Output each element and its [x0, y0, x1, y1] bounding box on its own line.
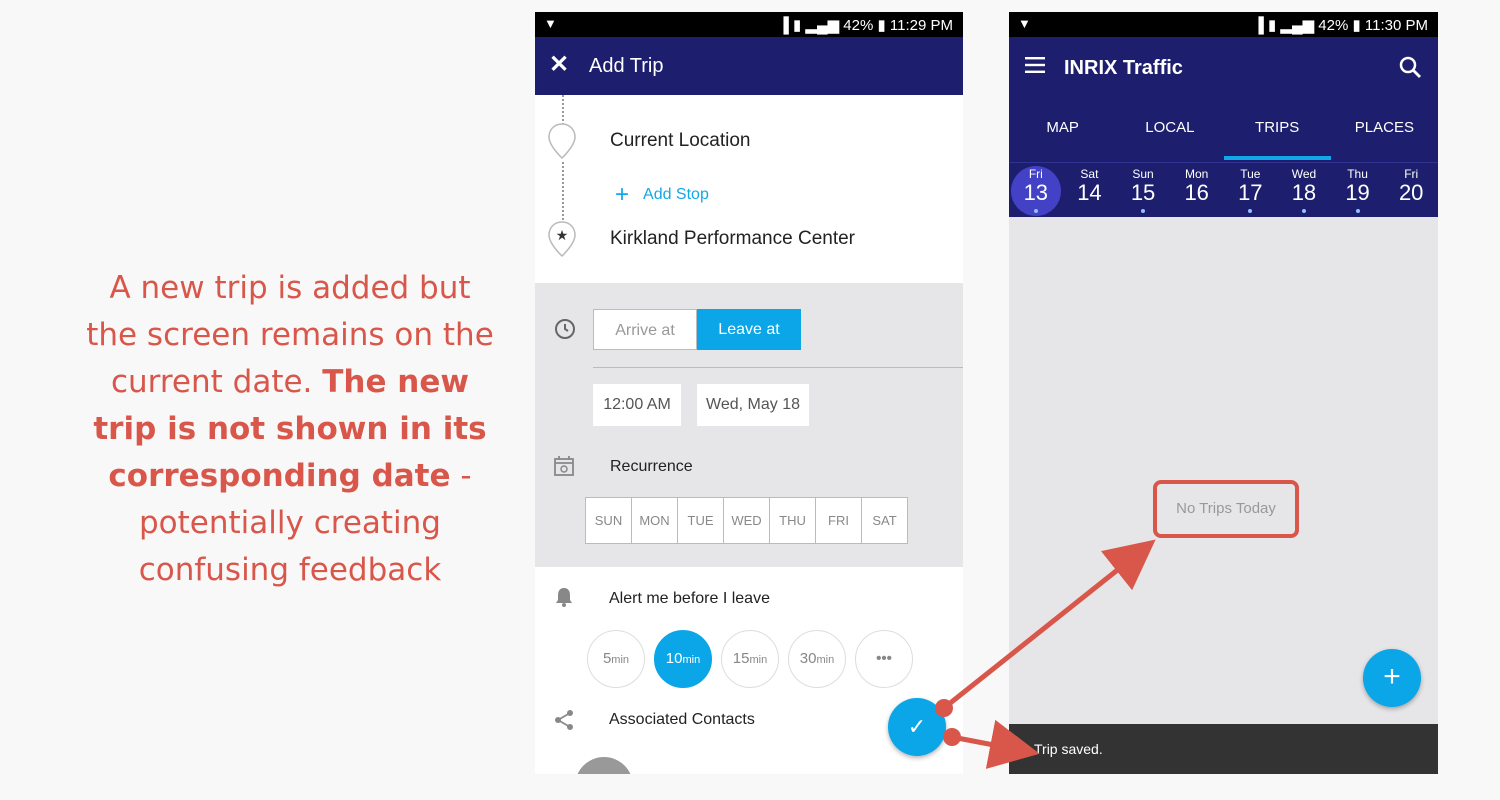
- date-dow: Sun: [1132, 167, 1154, 181]
- date-dow: Tue: [1240, 167, 1261, 181]
- date-dow: Mon: [1185, 167, 1209, 181]
- date-num: 19: [1345, 180, 1370, 205]
- date-num: 18: [1291, 180, 1317, 205]
- date-num: 20: [1398, 180, 1424, 205]
- date-num: 15: [1130, 180, 1156, 205]
- date-dow: Thu: [1347, 167, 1368, 181]
- date-num: 16: [1184, 180, 1209, 205]
- date-num: 17: [1238, 180, 1263, 205]
- date-dow: Fri: [1404, 167, 1419, 181]
- annotation-arrows: [935, 539, 1156, 769]
- date-num: 13: [1023, 180, 1049, 205]
- arrow-to-empty-state: [942, 539, 1156, 710]
- date-dow: Wed: [1291, 167, 1317, 181]
- date-dow: Sat: [1080, 167, 1099, 181]
- date-dow: Fri: [1028, 167, 1043, 181]
- arrow-to-snackbar: [951, 719, 1040, 769]
- date-num: 14: [1077, 180, 1102, 205]
